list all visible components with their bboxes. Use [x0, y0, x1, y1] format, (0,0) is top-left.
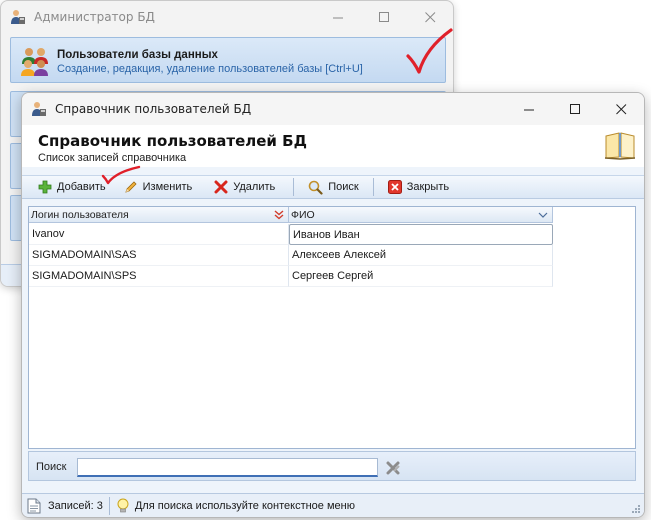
directory-statusbar: Записей: 3 Для поиска используйте контек… — [22, 493, 644, 517]
search-button-label: Поиск — [328, 181, 359, 193]
directory-close-button[interactable] — [598, 93, 644, 125]
directory-header: Справочник пользователей БД Список запис… — [22, 125, 644, 167]
cell-fio[interactable]: Алексеев Алексей — [289, 245, 553, 266]
cell-login[interactable]: SIGMADOMAIN\SPS — [29, 266, 289, 287]
users-item-title: Пользователи базы данных — [57, 49, 218, 61]
add-button[interactable]: Добавить — [34, 176, 110, 198]
sort-double-chevron-icon[interactable] — [274, 210, 284, 220]
users-item-subtitle: Создание, редакция, удаление пользовател… — [57, 63, 363, 75]
delete-button[interactable]: Удалить — [210, 176, 279, 198]
search-button[interactable]: Поиск — [304, 176, 362, 198]
page-subtitle: Список записей справочника — [38, 152, 187, 164]
grid-header: Логин пользователя ФИО — [29, 207, 553, 223]
book-icon — [604, 132, 636, 160]
delete-button-label: Удалить — [233, 181, 276, 193]
document-icon — [27, 498, 41, 513]
cell-fio[interactable]: Сергеев Сергей — [289, 266, 553, 287]
users-group-icon — [21, 48, 48, 76]
directory-app-icon — [32, 102, 46, 116]
delete-x-icon — [214, 180, 228, 194]
status-hint: Для поиска используйте контекстное меню — [134, 499, 355, 512]
edit-button-label: Изменить — [142, 181, 193, 193]
clear-search-icon[interactable] — [385, 460, 401, 476]
magnifier-icon — [308, 180, 323, 195]
add-button-label: Добавить — [57, 181, 106, 193]
admin-minimize-button[interactable] — [315, 1, 361, 33]
users-grid[interactable]: Логин пользователя ФИО Ivanov Иванов Ива… — [28, 206, 636, 449]
admin-window-title: Администратор БД — [34, 10, 155, 24]
directory-window-title: Справочник пользователей БД — [55, 102, 252, 116]
admin-maximize-button[interactable] — [361, 1, 407, 33]
table-row[interactable]: SIGMADOMAIN\SPS Сергеев Сергей — [29, 266, 553, 287]
search-panel: Поиск — [28, 451, 636, 481]
pencil-icon — [124, 181, 137, 193]
table-row[interactable]: SIGMADOMAIN\SAS Алексеев Алексей — [29, 245, 553, 266]
minimize-icon — [332, 17, 343, 18]
search-input[interactable] — [77, 458, 378, 477]
cell-login[interactable]: SIGMADOMAIN\SAS — [29, 245, 289, 266]
search-label: Поиск — [36, 461, 67, 473]
toolbar-separator — [293, 178, 295, 196]
admin-close-button[interactable] — [407, 1, 453, 33]
cell-fio[interactable]: Иванов Иван — [289, 224, 553, 245]
lightbulb-icon — [117, 498, 129, 512]
close-box-icon — [387, 180, 402, 194]
directory-minimize-button[interactable] — [506, 93, 552, 125]
plus-icon — [38, 180, 52, 194]
table-row[interactable]: Ivanov Иванов Иван — [29, 224, 553, 245]
admin-app-icon — [11, 10, 25, 24]
minimize-icon — [523, 109, 534, 110]
maximize-icon — [569, 103, 580, 114]
directory-titlebar[interactable]: Справочник пользователей БД — [22, 93, 644, 125]
chevron-down-icon[interactable] — [538, 210, 548, 220]
directory-toolbar: Добавить Изменить Удалить Поиск Закрыть — [22, 175, 644, 199]
cell-login[interactable]: Ivanov — [29, 224, 289, 245]
page-title: Справочник пользователей БД — [38, 132, 307, 150]
directory-maximize-button[interactable] — [552, 93, 598, 125]
close-dialog-button[interactable]: Закрыть — [384, 176, 453, 198]
toolbar-separator — [372, 178, 374, 196]
column-header-login[interactable]: Логин пользователя — [29, 207, 289, 223]
close-button-label: Закрыть — [406, 181, 450, 193]
edit-button[interactable]: Изменить — [120, 176, 197, 198]
users-menu-item[interactable]: Пользователи базы данных Создание, редак… — [10, 37, 446, 83]
close-icon — [424, 11, 435, 22]
maximize-icon — [378, 11, 389, 22]
resize-grip-icon[interactable] — [631, 504, 641, 514]
status-separator — [108, 496, 110, 515]
column-header-fio[interactable]: ФИО — [289, 207, 553, 223]
admin-titlebar[interactable]: Администратор БД — [1, 1, 453, 33]
users-directory-window: Справочник пользователей БД Справочник п… — [21, 92, 645, 518]
records-count: Записей: 3 — [48, 499, 103, 512]
close-icon — [615, 103, 626, 114]
